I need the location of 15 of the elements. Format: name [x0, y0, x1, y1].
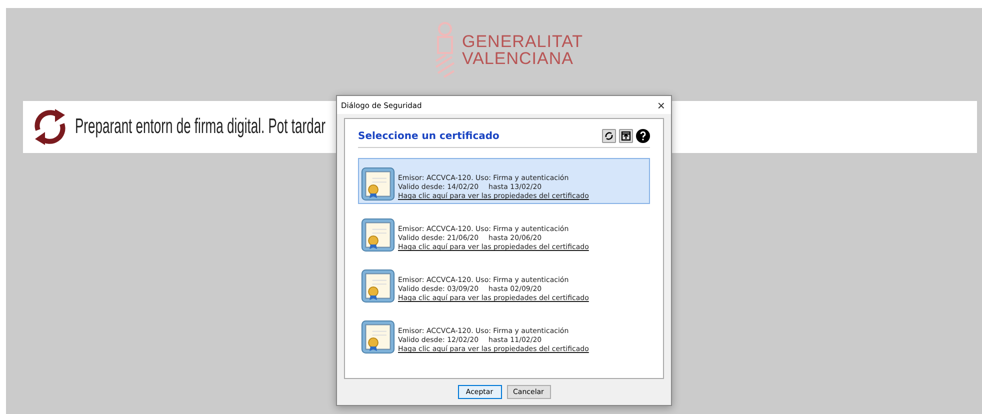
- certificate-icon: [361, 320, 395, 354]
- status-message: Preparant entorn de firma digital. Pot tardar: [75, 115, 326, 139]
- certificate-icon: [361, 218, 395, 252]
- help-button[interactable]: [636, 129, 650, 143]
- refresh-icon: [33, 108, 67, 146]
- certificate-icon: [361, 167, 395, 201]
- close-button[interactable]: ×: [655, 98, 667, 112]
- coat-of-arms-icon: [434, 21, 456, 79]
- logo-text: GENERALITAT: [462, 33, 584, 50]
- certificate-icon: [361, 269, 395, 303]
- import-button[interactable]: [619, 129, 633, 143]
- panel-heading: Seleccione un certificado: [358, 130, 500, 142]
- logo-text: VALENCIANA: [462, 50, 574, 67]
- question-mark-icon: [639, 131, 647, 141]
- refresh-button[interactable]: [602, 129, 616, 143]
